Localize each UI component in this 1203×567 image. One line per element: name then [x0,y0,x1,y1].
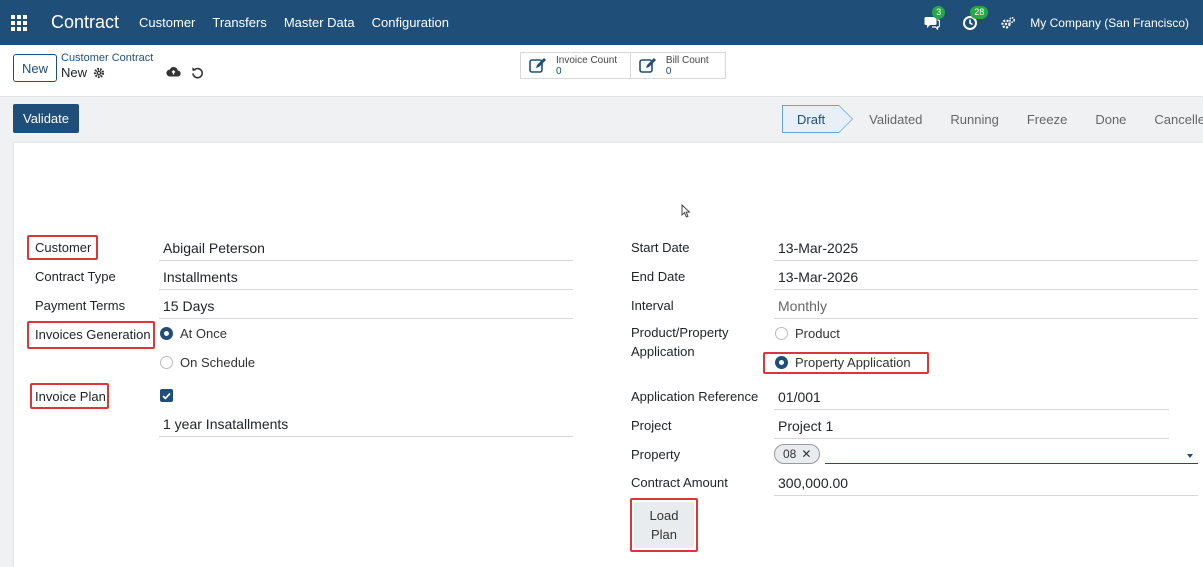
bill-count-button[interactable]: Bill Count 0 [629,53,725,78]
invoice-plan-field[interactable]: 1 year Insatallments [163,416,288,432]
interval-label: Interval [631,298,674,313]
apps-grid-icon[interactable] [11,14,29,32]
invoice-plan-underline [159,436,573,437]
new-button[interactable]: New [13,54,57,82]
remove-tag-icon[interactable]: ✕ [801,447,811,461]
contract-type-underline [159,289,573,290]
load-plan-label: Load Plan [649,508,679,542]
breadcrumb: Customer Contract New [61,52,153,80]
property-label: Property [631,447,681,462]
radio-at-once[interactable]: At Once [160,326,227,341]
product-property-label-line2: Application [631,344,695,359]
cloud-upload-icon[interactable] [166,66,181,77]
load-plan-button[interactable]: Load Plan [634,502,694,548]
radio-at-once-label: At Once [180,326,227,341]
invoice-count-value: 0 [556,65,562,77]
radio-unchecked-icon [160,356,173,369]
contract-amount-field[interactable]: 300,000.00 [778,475,848,491]
stage-done[interactable]: Done [1081,105,1140,133]
property-tag-label: 08 [783,447,797,461]
activities-count-badge: 28 [970,5,989,19]
end-date-label: End Date [631,269,686,284]
control-panel: New Customer Contract New Invoice Count … [0,45,1203,97]
invoice-count-label: Invoice Count [556,54,618,66]
invoice-plan-checkbox[interactable] [160,389,173,402]
start-date-underline [774,260,1198,261]
start-date-field[interactable]: 13-Mar-2025 [778,240,858,256]
payment-terms-label: Payment Terms [35,298,126,313]
radio-on-schedule-label: On Schedule [180,355,256,370]
activities-button[interactable]: 28 [960,5,989,33]
menu-transfers[interactable]: Transfers [212,15,266,30]
breadcrumb-current: New [61,65,153,80]
bill-count-value: 0 [665,65,672,77]
mouse-cursor-icon [681,204,691,218]
product-property-label-line1: Product/Property [631,325,729,340]
stage-freeze[interactable]: Freeze [1013,105,1081,133]
radio-unchecked-icon [775,327,788,340]
stage-validated[interactable]: Validated [855,105,936,133]
radio-on-schedule[interactable]: On Schedule [160,355,255,370]
end-date-underline [774,289,1198,290]
contract-type-label: Contract Type [35,269,116,284]
switch-company-button[interactable] [998,13,1018,33]
customer-field[interactable]: Abigail Peterson [163,240,265,256]
application-reference-underline [774,409,1169,410]
edit-icon [639,58,656,73]
radio-checked-icon [160,327,173,340]
application-reference-label: Application Reference [631,389,759,404]
payment-terms-underline [159,318,573,319]
checkmark-icon [162,392,171,400]
interval-field: Monthly [778,298,828,314]
stage-draft[interactable]: Draft [782,105,854,133]
stage-cancelled[interactable]: Cancelled [1140,105,1203,133]
property-tag: 08 ✕ [774,444,821,464]
record-name: New [61,65,88,80]
dropdown-caret-icon[interactable] [1187,454,1193,458]
app-title[interactable]: Contract [51,12,119,33]
radio-product[interactable]: Product [775,326,840,341]
radio-checked-icon [775,356,788,369]
menu-configuration[interactable]: Configuration [372,15,449,30]
contract-amount-underline [774,495,1198,496]
project-underline [774,438,1169,439]
messages-button[interactable]: 3 [922,5,946,33]
discard-icon[interactable] [191,66,204,79]
top-navbar: Contract Customer Transfers Master Data … [0,0,1203,45]
interval-underline [774,318,1198,319]
radio-property-application-label: Property Application [795,355,911,370]
contract-type-field[interactable]: Installments [163,269,238,285]
project-label: Project [631,418,672,433]
payment-terms-field[interactable]: 15 Days [163,298,214,314]
messages-count-badge: 3 [932,5,946,19]
company-name[interactable]: My Company (San Francisco) [1030,16,1189,30]
end-date-field[interactable]: 13-Mar-2026 [778,269,858,285]
customer-label: Customer [35,240,92,255]
start-date-label: Start Date [631,240,690,255]
customer-underline [159,260,573,261]
property-input[interactable] [825,463,1198,464]
invoice-count-button[interactable]: Invoice Count 0 [521,53,630,78]
project-field[interactable]: Project 1 [778,418,833,434]
radio-property-application[interactable]: Property Application [775,355,911,370]
menu-customer[interactable]: Customer [139,15,195,30]
validate-button[interactable]: Validate [13,104,79,133]
menu-master-data[interactable]: Master Data [284,15,355,30]
edit-icon [529,58,546,73]
invoice-plan-label: Invoice Plan [35,389,106,404]
bill-count-label: Bill Count [665,54,709,66]
cogs-icon [1001,16,1016,29]
smart-buttons: Invoice Count 0 Bill Count 0 [520,52,726,79]
contract-amount-label: Contract Amount [631,475,728,490]
invoices-generation-label: Invoices Generation [35,327,151,342]
application-reference-field[interactable]: 01/001 [778,389,821,405]
breadcrumb-parent[interactable]: Customer Contract [61,52,153,64]
gear-icon[interactable] [93,67,105,79]
stage-running[interactable]: Running [936,105,1012,133]
radio-product-label: Product [795,326,840,341]
status-bar: Draft Validated Running Freeze Done Canc… [782,105,1203,133]
